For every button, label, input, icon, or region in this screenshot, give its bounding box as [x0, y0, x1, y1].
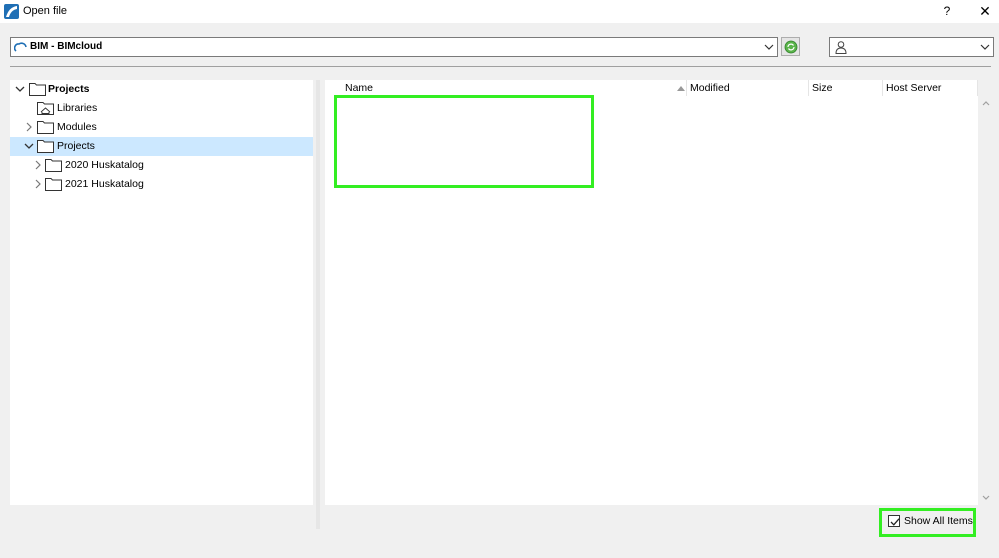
title-bar: Open file ? ✕	[0, 0, 999, 23]
column-header-modified[interactable]: Modified	[687, 80, 809, 96]
separator	[10, 66, 991, 67]
folder-icon	[45, 159, 62, 172]
panel-splitter[interactable]	[316, 80, 320, 529]
highlight-box-empty-area	[334, 95, 594, 188]
chevron-right-icon[interactable]	[33, 160, 43, 170]
help-button[interactable]: ?	[938, 2, 956, 20]
column-header-size[interactable]: Size	[809, 80, 883, 96]
tree-item-label: Modules	[57, 121, 97, 133]
chevron-down-icon	[980, 44, 990, 50]
tree-item-2021-huskatalog[interactable]: 2021 Huskatalog	[10, 175, 313, 194]
scroll-up-icon[interactable]	[982, 100, 990, 106]
bimcloud-icon	[14, 42, 27, 52]
open-file-dialog: Open file ? ✕ BIM - BIMcloud Projects Li…	[0, 0, 999, 558]
chevron-right-icon[interactable]	[33, 179, 43, 189]
tree-item-label: Projects	[57, 140, 95, 152]
tree-item-label: 2021 Huskatalog	[65, 178, 144, 190]
folder-tree: Projects Libraries Modules Projects 2020…	[10, 80, 313, 505]
column-header-label: Size	[812, 82, 833, 94]
tree-item-2020-huskatalog[interactable]: 2020 Huskatalog	[10, 156, 313, 175]
sort-ascending-icon	[677, 86, 685, 91]
scroll-down-icon[interactable]	[982, 495, 990, 501]
chevron-down-icon[interactable]	[24, 141, 34, 151]
checkbox-box[interactable]	[888, 515, 900, 527]
folder-icon	[45, 178, 62, 191]
show-all-items-label: Show All Items	[904, 515, 973, 527]
tree-item-projects-root[interactable]: Projects	[10, 80, 313, 99]
column-header-label: Name	[345, 82, 374, 94]
tree-item-label: 2020 Huskatalog	[65, 159, 144, 171]
tree-item-modules[interactable]: Modules	[10, 118, 313, 137]
folder-icon	[29, 83, 46, 96]
folder-icon	[37, 140, 54, 153]
user-dropdown[interactable]	[829, 37, 994, 57]
column-header-label: Host Server	[886, 82, 942, 94]
column-header-host-server[interactable]: Host Server	[883, 80, 978, 96]
column-header-label: Modified	[690, 82, 730, 94]
chevron-right-icon[interactable]	[24, 122, 34, 132]
tree-item-libraries[interactable]: Libraries	[10, 99, 313, 118]
chevron-down-icon	[764, 44, 774, 50]
user-icon	[835, 41, 847, 54]
tree-item-label: Projects	[48, 83, 90, 95]
window-title: Open file	[23, 5, 68, 17]
library-folder-icon	[37, 102, 54, 115]
file-list-scrollbar[interactable]	[979, 80, 993, 505]
location-dropdown[interactable]: BIM - BIMcloud	[10, 37, 778, 57]
refresh-button[interactable]	[781, 37, 800, 56]
close-button[interactable]: ✕	[975, 2, 995, 20]
chevron-down-icon[interactable]	[15, 84, 25, 94]
tree-item-projects[interactable]: Projects	[10, 137, 313, 156]
archicad-app-icon	[4, 4, 19, 19]
refresh-icon	[784, 40, 798, 54]
checkmark-icon	[890, 518, 900, 526]
location-value: BIM - BIMcloud	[30, 41, 103, 52]
folder-icon	[37, 121, 54, 134]
column-header-name[interactable]: Name	[342, 80, 687, 96]
tree-item-label: Libraries	[57, 102, 98, 114]
